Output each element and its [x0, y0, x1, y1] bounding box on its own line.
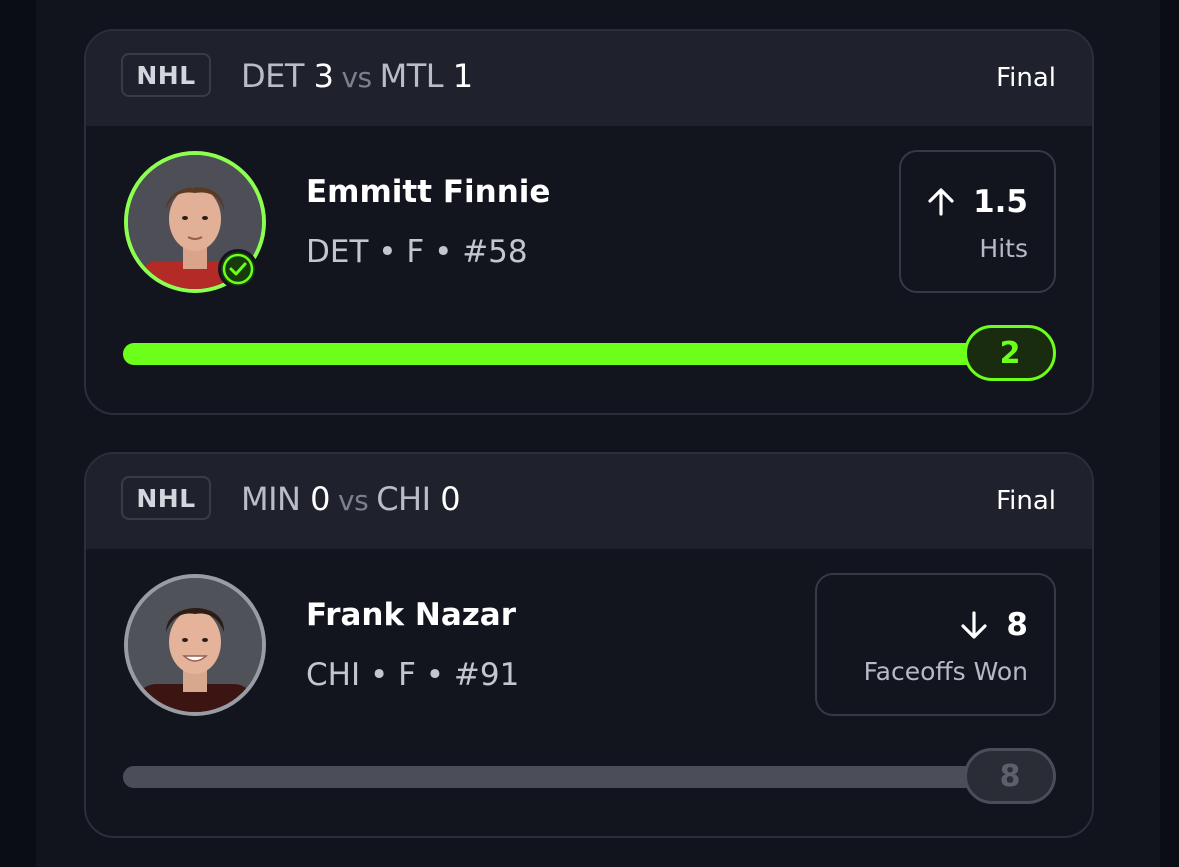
progress-track: [123, 343, 1023, 365]
pick-card[interactable]: NHL MIN 0 vs CHI 0 Final Frank Nazar CHI •…: [84, 452, 1094, 838]
arrow-up-icon: [928, 188, 954, 216]
prop-stat-label: Faceoffs Won: [863, 657, 1028, 686]
player-headshot-icon: [128, 578, 262, 712]
progress-fill: [123, 766, 1023, 788]
progress-track: [123, 766, 1023, 788]
matchup: MIN 0 vs CHI 0: [241, 480, 461, 518]
league-badge: NHL: [121, 476, 211, 520]
prop-stat-label: Hits: [979, 234, 1028, 263]
result-pill: 8: [964, 748, 1056, 804]
prop-line: 1.5: [925, 184, 1028, 220]
progress-fill: [123, 343, 1023, 365]
away-team: CHI: [376, 480, 431, 518]
player-name: Frank Nazar: [306, 597, 516, 633]
prop-line-value: 1.5: [973, 184, 1028, 220]
player-meta: DET • F • #58: [306, 234, 528, 270]
home-team: DET: [241, 57, 304, 95]
vs-label: vs: [341, 61, 372, 94]
home-team: MIN: [241, 480, 301, 518]
right-edge-strip: [1160, 0, 1179, 867]
home-score: 3: [313, 57, 334, 95]
league-badge: NHL: [121, 53, 211, 97]
game-header: NHL DET 3 vs MTL 1 Final: [86, 31, 1092, 126]
player-avatar: [124, 574, 266, 716]
away-team: MTL: [379, 57, 444, 95]
game-header: NHL MIN 0 vs CHI 0 Final: [86, 454, 1092, 549]
arrow-down-icon: [961, 611, 988, 639]
player-meta: CHI • F • #91: [306, 657, 520, 693]
game-status: Final: [996, 63, 1056, 93]
player-name: Emmitt Finnie: [306, 174, 551, 210]
vs-label: vs: [338, 484, 369, 517]
checkmark-circle-icon: [218, 249, 258, 289]
pick-card[interactable]: NHL DET 3 vs MTL 1 Final Emmitt Finnie DET…: [84, 29, 1094, 415]
prop-line: 8: [958, 607, 1028, 643]
prop-line-value: 8: [1006, 607, 1028, 643]
away-score: 1: [452, 57, 473, 95]
game-status: Final: [996, 486, 1056, 516]
result-pill: 2: [964, 325, 1056, 381]
prop-line-box: 1.5 Hits: [899, 150, 1056, 293]
prop-line-box: 8 Faceoffs Won: [815, 573, 1056, 716]
away-score: 0: [440, 480, 461, 518]
home-score: 0: [310, 480, 331, 518]
matchup: DET 3 vs MTL 1: [241, 57, 473, 95]
